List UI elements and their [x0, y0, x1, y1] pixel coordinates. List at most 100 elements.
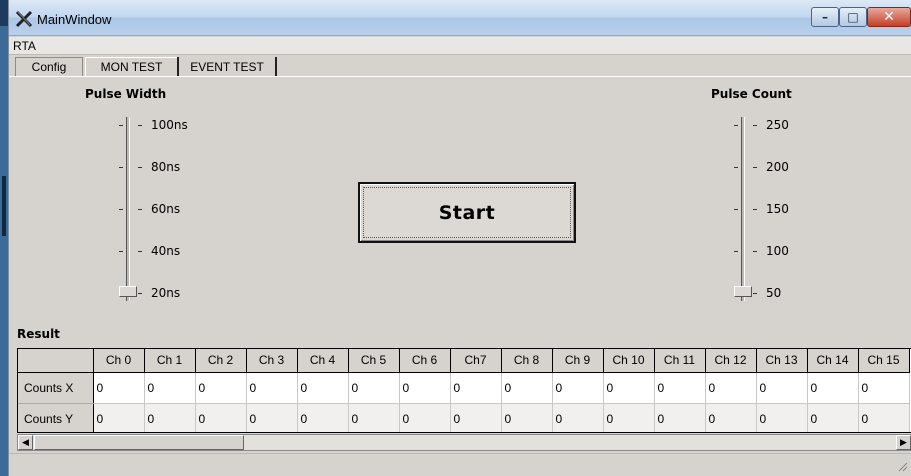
column-header[interactable]: Ch 4	[297, 349, 349, 373]
minimize-icon: –	[822, 10, 828, 24]
tab-mon-test[interactable]: MON TEST	[85, 57, 177, 76]
resize-grip-icon[interactable]	[896, 460, 908, 472]
table-cell[interactable]: 0	[399, 403, 451, 432]
column-header[interactable]: Ch 8	[501, 349, 553, 373]
table-cell[interactable]: 0	[297, 372, 349, 404]
pulse-count-tick-label: 250	[766, 118, 789, 132]
table-cell[interactable]: 0	[246, 372, 298, 404]
column-header[interactable]: Ch7	[450, 349, 502, 373]
table-cell[interactable]: 0	[501, 372, 553, 404]
menu-item-rta[interactable]: RTA	[13, 39, 36, 53]
table-cell[interactable]: 0	[705, 372, 757, 404]
table-cell[interactable]: 0	[654, 372, 706, 404]
status-bar	[9, 453, 911, 476]
table-cell[interactable]: 0	[858, 372, 910, 404]
column-header[interactable]: Ch 3	[246, 349, 298, 373]
tick-mark	[753, 251, 757, 252]
close-button[interactable]: ✕	[867, 7, 911, 27]
column-header[interactable]: Ch 11	[654, 349, 706, 373]
maximize-button[interactable]: □	[839, 7, 867, 27]
pulse-count-track[interactable]	[741, 117, 745, 301]
pulse-width-tick-label: 20ns	[151, 286, 181, 300]
table-cell[interactable]: 0	[93, 372, 145, 404]
table-cell[interactable]: 0	[501, 403, 553, 432]
main-window: MainWindow – □ ✕ RTA Config MON TEST EVE…	[8, 0, 911, 476]
table-cell[interactable]: 0	[756, 403, 808, 432]
table-cell[interactable]: 0	[603, 403, 655, 432]
column-header[interactable]: Ch 9	[552, 349, 604, 373]
table-cell[interactable]: 0	[348, 403, 400, 432]
table-cell[interactable]: 0	[552, 372, 604, 404]
table-cell[interactable]: 0	[858, 403, 910, 432]
table-cell[interactable]: 0	[144, 403, 196, 432]
table-row-counts-x: Counts X 0 0 0 0 0 0 0 0 0 0 0 0 0 0 0 0	[18, 372, 910, 404]
start-button[interactable]: Start	[358, 182, 576, 243]
column-header[interactable]: Ch 13	[756, 349, 808, 373]
pulse-count-title: Pulse Count	[711, 87, 792, 101]
pulse-width-handle[interactable]	[119, 286, 137, 297]
table-cell[interactable]: 0	[450, 372, 502, 404]
pulse-width-tick-label: 80ns	[151, 160, 181, 174]
tab-event-test[interactable]: EVENT TEST	[177, 57, 277, 76]
pulse-count-tick-label: 50	[766, 286, 782, 300]
table-cell[interactable]: 0	[756, 372, 808, 404]
pulse-count-tick-label: 100	[766, 244, 789, 258]
column-header[interactable]: Ch 0	[93, 349, 145, 373]
column-header[interactable]: Ch 15	[858, 349, 910, 373]
pulse-count-handle[interactable]	[734, 286, 752, 297]
table-cell[interactable]: 0	[654, 403, 706, 432]
tab-config[interactable]: Config	[15, 57, 83, 76]
column-header[interactable]: Ch 1	[144, 349, 196, 373]
scroll-left-button[interactable]: ◀	[18, 435, 33, 450]
close-icon: ✕	[883, 9, 895, 25]
table-cell[interactable]: 0	[297, 403, 349, 432]
pulse-width-slider[interactable]: 100ns 80ns 60ns 40ns 20ns	[109, 117, 229, 302]
title-bar[interactable]: MainWindow – □ ✕	[9, 0, 911, 36]
result-table[interactable]: Ch 0 Ch 1 Ch 2 Ch 3 Ch 4 Ch 5 Ch 6 Ch7 C…	[17, 348, 911, 433]
table-cell[interactable]: 0	[93, 403, 145, 432]
tick-mark	[753, 293, 757, 294]
tick-mark	[119, 125, 123, 126]
arrow-left-icon: ◀	[22, 437, 29, 448]
pulse-width-title: Pulse Width	[85, 87, 167, 101]
desktop-background-mark	[2, 176, 6, 236]
column-header[interactable]: Ch 14	[807, 349, 859, 373]
tick-mark	[138, 293, 142, 294]
minimize-button[interactable]: –	[811, 7, 839, 27]
table-cell[interactable]: 0	[705, 403, 757, 432]
table-cell[interactable]: 0	[246, 403, 298, 432]
menu-bar: RTA	[9, 37, 911, 55]
column-header[interactable]: Ch 10	[603, 349, 655, 373]
x-app-icon	[15, 10, 33, 28]
table-cell[interactable]: 0	[450, 403, 502, 432]
scroll-right-button[interactable]: ▶	[896, 435, 911, 450]
tick-mark	[138, 251, 142, 252]
pulse-width-tick-label: 60ns	[151, 202, 181, 216]
row-header[interactable]: Counts Y	[18, 403, 94, 432]
pulse-count-slider[interactable]: 250 200 150 100 50	[724, 117, 844, 302]
table-cell[interactable]: 0	[348, 372, 400, 404]
column-header[interactable]: Ch 2	[195, 349, 247, 373]
scrollbar-thumb[interactable]	[34, 435, 244, 450]
column-header[interactable]: Ch 12	[705, 349, 757, 373]
tab-divider	[9, 76, 911, 77]
column-header[interactable]: Ch 5	[348, 349, 400, 373]
table-cell[interactable]: 0	[144, 372, 196, 404]
tick-mark	[138, 167, 142, 168]
table-cell[interactable]: 0	[603, 372, 655, 404]
row-header[interactable]: Counts X	[18, 372, 94, 404]
table-cell[interactable]: 0	[399, 372, 451, 404]
tick-mark	[753, 125, 757, 126]
desktop-background-strip	[0, 26, 8, 476]
table-cell[interactable]: 0	[195, 403, 247, 432]
table-cell[interactable]: 0	[195, 372, 247, 404]
horizontal-scrollbar[interactable]: ◀ ▶	[17, 434, 911, 451]
table-cell[interactable]: 0	[807, 372, 859, 404]
table-corner[interactable]	[18, 349, 94, 373]
table-cell[interactable]: 0	[552, 403, 604, 432]
tick-mark	[119, 167, 123, 168]
pulse-count-tick-label: 200	[766, 160, 789, 174]
column-header[interactable]: Ch 6	[399, 349, 451, 373]
pulse-width-track[interactable]	[126, 117, 130, 301]
table-cell[interactable]: 0	[807, 403, 859, 432]
